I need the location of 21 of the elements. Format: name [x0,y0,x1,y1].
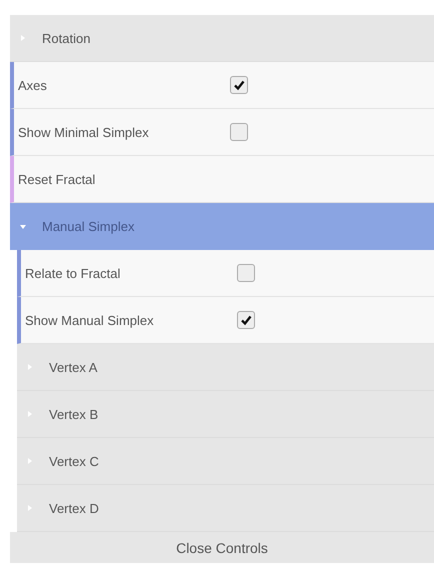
caret-icon [27,411,33,417]
caret-icon [27,364,33,370]
caret-icon [27,458,33,464]
checkbox[interactable] [237,311,255,329]
control-label: Axes [17,78,48,92]
caret-icon [20,35,26,41]
control-label: Show Manual Simplex [24,312,155,328]
folder-header[interactable]: Vertex C [17,438,434,485]
checkbox[interactable] [237,264,255,282]
reset-button[interactable]: Reset Fractal [14,172,230,186]
checkmark-icon [240,314,252,326]
folder-header[interactable]: Vertex A [17,344,434,391]
folder-header[interactable]: Vertex B [17,391,434,438]
caret-icon [27,505,33,511]
caret-icon [20,224,26,230]
checkbox[interactable] [230,123,248,141]
control-label: Relate to Fractal [24,266,122,280]
folder-header[interactable]: Vertex D [17,485,434,532]
control-label: Show Minimal Simplex [17,124,150,140]
checkbox[interactable] [230,76,248,94]
checkmark-icon [233,79,245,91]
